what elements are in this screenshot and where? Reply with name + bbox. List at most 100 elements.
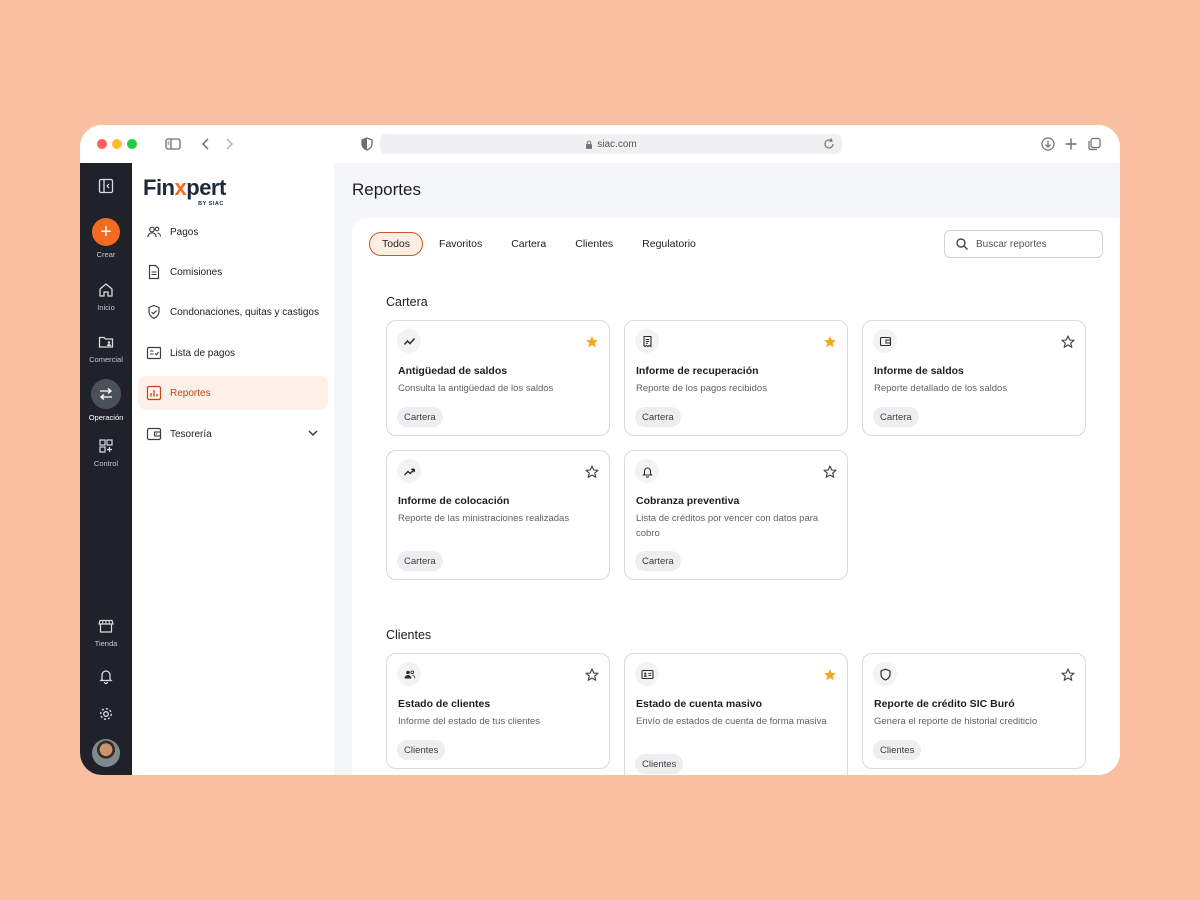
report-icon-badge — [397, 459, 421, 483]
main-content: Reportes Todos Favoritos Cartera Cliente… — [334, 163, 1120, 775]
report-title: Reporte de crédito SIC Buró — [874, 698, 1015, 710]
shield-check-icon — [148, 304, 160, 320]
sidebar-item-label: Condonaciones, quitas y castigos — [170, 306, 319, 318]
reload-icon[interactable] — [822, 137, 836, 151]
report-card[interactable]: Informe de recuperación Reporte de los pa… — [624, 320, 848, 436]
people-icon — [404, 669, 415, 678]
search-box[interactable] — [944, 230, 1103, 258]
close-window-button[interactable] — [97, 139, 107, 149]
user-avatar-button[interactable] — [80, 739, 132, 767]
sidebar-item-tesoreria[interactable]: Tesorería — [138, 417, 328, 451]
report-title: Estado de cuenta masivo — [636, 698, 763, 710]
tab-cartera[interactable]: Cartera — [498, 232, 559, 256]
section-title-clientes: Clientes — [386, 628, 432, 642]
settings-button[interactable] — [80, 705, 132, 723]
logo-subtitle: BY SIAC — [198, 201, 224, 207]
report-card[interactable]: Reporte de crédito SIC Buró Genera el rep… — [862, 653, 1086, 769]
rail-create-label: Crear — [96, 250, 116, 259]
report-description: Reporte de las ministraciones realizadas — [398, 513, 570, 524]
report-title: Antigüedad de saldos — [398, 365, 508, 377]
report-title: Informe de saldos — [874, 365, 964, 377]
download-icon[interactable] — [1039, 135, 1057, 153]
report-card[interactable]: Informe de colocación Reporte de las mini… — [386, 450, 610, 580]
minimize-window-button[interactable] — [112, 139, 122, 149]
report-tag: Cartera — [635, 551, 681, 571]
document-icon — [148, 264, 160, 280]
search-input[interactable] — [976, 238, 1094, 250]
sidebar: Finxpert BY SIAC Pagos Comisiones Condon… — [132, 163, 334, 775]
swap-arrows-icon — [99, 388, 113, 400]
rail-item-label: Comercial — [89, 355, 123, 364]
dashboard-add-icon — [99, 439, 113, 453]
report-title: Informe de recuperación — [636, 365, 759, 377]
sidebar-item-label: Reportes — [170, 387, 211, 399]
report-card[interactable]: Estado de clientes Informe del estado de … — [386, 653, 610, 769]
sidebar-item-label: Tesorería — [170, 428, 212, 440]
report-description: Reporte detallado de los saldos — [874, 383, 1008, 394]
report-title: Cobranza preventiva — [636, 495, 740, 507]
filter-tabs: Todos Favoritos Cartera Clientes Regulat… — [369, 232, 712, 256]
rail-item-operacion[interactable]: Operación — [80, 379, 132, 422]
rail-item-comercial[interactable]: Comercial — [80, 333, 132, 364]
report-card[interactable]: Cobranza preventiva Lista de créditos por… — [624, 450, 848, 580]
star-outline-icon[interactable] — [1061, 335, 1075, 349]
tab-regulatorio[interactable]: Regulatorio — [629, 232, 709, 256]
collapse-sidebar-button[interactable] — [80, 177, 132, 195]
sidebar-item-reportes[interactable]: Reportes — [138, 376, 328, 410]
forward-arrow-icon[interactable] — [220, 135, 238, 153]
bar-chart-icon — [146, 385, 162, 401]
tab-todos[interactable]: Todos — [369, 232, 424, 256]
sidebar-item-comisiones[interactable]: Comisiones — [138, 255, 328, 289]
bell-icon — [99, 670, 113, 685]
sidebar-item-lista-de-pagos[interactable]: Lista de pagos — [138, 336, 328, 370]
report-description: Envío de estados de cuenta de forma masi… — [636, 716, 827, 727]
logo-wordmark: Finxpert — [143, 175, 226, 200]
url-text: siac.com — [597, 138, 637, 150]
rail-item-label: Operación — [88, 413, 124, 422]
notifications-button[interactable] — [80, 667, 132, 685]
star-outline-icon[interactable] — [585, 668, 599, 682]
rail-item-label: Tienda — [94, 639, 118, 648]
report-card[interactable]: Informe de saldos Reporte detallado de lo… — [862, 320, 1086, 436]
rail-item-control[interactable]: Control — [80, 437, 132, 468]
sidebar-toggle-icon[interactable] — [164, 135, 182, 153]
privacy-shield-icon[interactable] — [358, 135, 376, 153]
report-description: Lista de créditos por vencer con datos p… — [636, 513, 819, 539]
logo-part: pert — [186, 175, 226, 200]
checklist-icon — [146, 346, 162, 360]
sidebar-item-condonaciones[interactable]: Condonaciones, quitas y castigos — [138, 295, 328, 329]
chevron-down-icon[interactable] — [306, 426, 320, 440]
search-icon — [956, 238, 968, 250]
back-arrow-icon[interactable] — [197, 135, 215, 153]
report-card[interactable]: Antigüedad de saldos Consulta la antigüed… — [386, 320, 610, 436]
receipt-icon — [642, 335, 652, 348]
tab-overview-icon[interactable] — [1085, 135, 1103, 153]
tab-favoritos[interactable]: Favoritos — [426, 232, 495, 256]
lock-icon — [586, 140, 593, 149]
star-filled-icon[interactable] — [585, 335, 599, 349]
sidebar-item-label: Pagos — [170, 226, 199, 238]
tab-clientes[interactable]: Clientes — [562, 232, 626, 256]
report-card[interactable]: Estado de cuenta masivo Envío de estados … — [624, 653, 848, 775]
report-icon-badge — [635, 329, 659, 353]
rail-item-label: Control — [93, 459, 119, 468]
star-outline-icon[interactable] — [585, 465, 599, 479]
report-tag: Clientes — [635, 754, 684, 774]
new-tab-icon[interactable] — [1062, 135, 1080, 153]
home-icon — [99, 283, 113, 297]
maximize-window-button[interactable] — [127, 139, 137, 149]
shield-icon — [879, 668, 891, 681]
sidebar-item-pagos[interactable]: Pagos — [138, 215, 328, 249]
report-icon-badge — [873, 329, 897, 353]
rail-create-button[interactable]: + Crear — [80, 218, 132, 259]
address-bar[interactable]: siac.com — [380, 134, 842, 154]
star-outline-icon[interactable] — [1061, 668, 1075, 682]
rail-item-tienda[interactable]: Tienda — [80, 617, 132, 648]
avatar — [92, 739, 120, 767]
star-filled-icon[interactable] — [823, 668, 837, 682]
report-description: Informe del estado de tus clientes — [398, 716, 541, 727]
star-outline-icon[interactable] — [823, 465, 837, 479]
rail-item-inicio[interactable]: Inicio — [80, 281, 132, 312]
rail-item-label: Inicio — [97, 303, 115, 312]
star-filled-icon[interactable] — [823, 335, 837, 349]
